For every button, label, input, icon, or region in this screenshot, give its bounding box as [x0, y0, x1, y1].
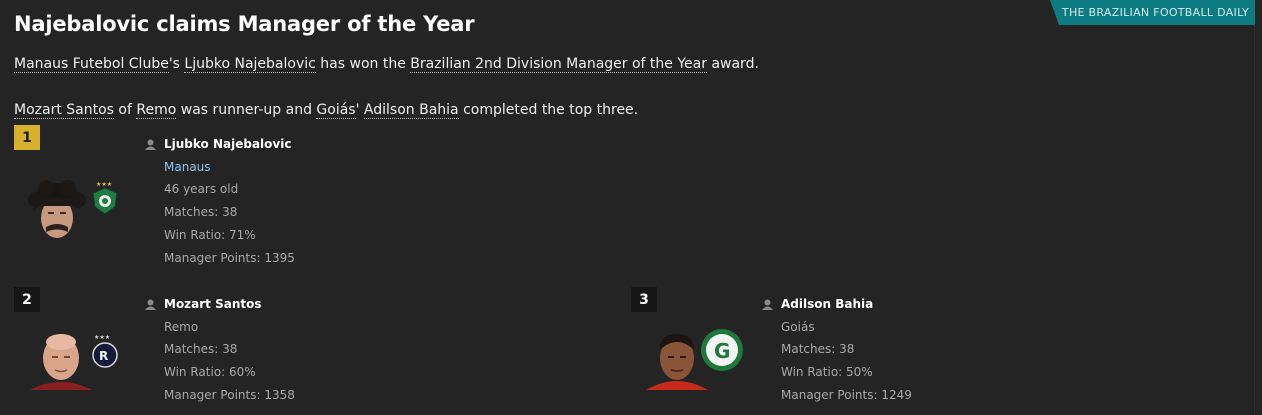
manager-win-ratio: Win Ratio: 71%	[164, 228, 256, 242]
rank-badge-3: 3	[631, 287, 657, 312]
text-fragment: was runner-up and	[176, 102, 317, 118]
manager-points: Manager Points: 1249	[781, 388, 912, 402]
remo-crest-icon[interactable]: ★★★ R	[90, 333, 120, 369]
person-icon	[145, 139, 156, 150]
rank-badge-1: 1	[14, 125, 40, 150]
manager-name[interactable]: Adilson Bahia	[781, 297, 873, 311]
manager-matches: Matches: 38	[164, 205, 238, 219]
article-paragraph-2: Mozart Santos of Remo was runner-up and …	[14, 102, 639, 119]
manager-link-santos[interactable]: Mozart Santos	[14, 102, 114, 119]
panel-edge	[1254, 25, 1255, 415]
text-fragment: 's	[168, 56, 185, 72]
manager-portrait-najebalovic[interactable]	[26, 180, 88, 242]
article-paragraph-1: Manaus Futebol Clube's Ljubko Najebalovi…	[14, 56, 759, 73]
manager-club[interactable]: Remo	[164, 320, 198, 334]
manager-matches: Matches: 38	[781, 342, 855, 356]
manager-name-row: Adilson Bahia	[762, 297, 873, 311]
club-link-manaus[interactable]: Manaus Futebol Clube	[14, 56, 169, 73]
text-fragment: award.	[707, 56, 759, 72]
person-icon	[762, 299, 773, 310]
manager-club[interactable]: Goiás	[781, 320, 815, 334]
newspaper-source-tag: THE BRAZILIAN FOOTBALL DAILY	[1050, 0, 1255, 25]
svg-text:★★★: ★★★	[96, 181, 112, 188]
svg-text:R: R	[99, 349, 108, 363]
manager-points: Manager Points: 1358	[164, 388, 295, 402]
manager-name[interactable]: Mozart Santos	[164, 297, 262, 311]
manaus-crest-icon[interactable]: ★★★	[90, 180, 120, 216]
award-link[interactable]: Brazilian 2nd Division Manager of the Ye…	[410, 56, 707, 73]
text-fragment: completed the top three.	[458, 102, 639, 118]
manager-matches: Matches: 38	[164, 342, 238, 356]
manager-win-ratio: Win Ratio: 50%	[781, 365, 873, 379]
goias-crest-icon[interactable]: G	[700, 328, 744, 372]
manager-age: 46 years old	[164, 182, 239, 196]
manager-info-1: Ljubko Najebalovic Manaus 46 years old M…	[145, 137, 445, 272]
club-link-remo[interactable]: Remo	[136, 102, 177, 119]
club-link-goias[interactable]: Goiás	[316, 102, 356, 119]
rank-badge-2: 2	[14, 287, 40, 312]
text-fragment: '	[355, 102, 364, 118]
manager-win-ratio: Win Ratio: 60%	[164, 365, 256, 379]
manager-portrait-santos[interactable]	[30, 328, 92, 390]
headline: Najebalovic claims Manager of the Year	[14, 12, 475, 36]
manager-name[interactable]: Ljubko Najebalovic	[164, 137, 291, 151]
manager-link-najebalovic[interactable]: Ljubko Najebalovic	[184, 56, 316, 73]
manager-info-2: Mozart Santos Remo Matches: 38 Win Ratio…	[145, 297, 445, 409]
svg-text:G: G	[714, 339, 730, 363]
text-fragment: of	[113, 102, 137, 118]
text-fragment: has won the	[315, 56, 411, 72]
manager-info-3: Adilson Bahia Goiás Matches: 38 Win Rati…	[762, 297, 1062, 409]
manager-club-link[interactable]: Manaus	[164, 160, 211, 174]
source-label: THE BRAZILIAN FOOTBALL DAILY	[1061, 6, 1250, 19]
svg-text:★★★: ★★★	[94, 334, 110, 341]
manager-link-bahia[interactable]: Adilson Bahia	[363, 102, 459, 119]
manager-portrait-bahia[interactable]	[646, 328, 708, 390]
manager-name-row: Ljubko Najebalovic	[145, 137, 291, 151]
manager-points: Manager Points: 1395	[164, 251, 295, 265]
manager-name-row: Mozart Santos	[145, 297, 262, 311]
person-icon	[145, 299, 156, 310]
